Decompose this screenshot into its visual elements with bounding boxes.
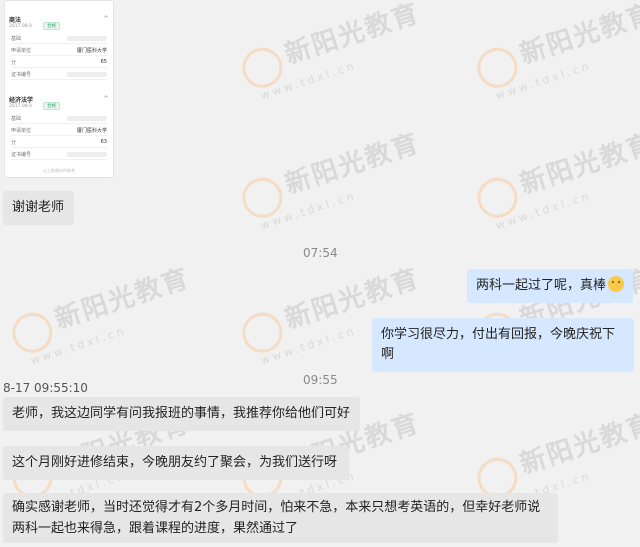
- watermark-logo-icon: [472, 42, 523, 93]
- redacted-bar: [67, 152, 107, 157]
- chevron-up-icon[interactable]: ^: [103, 15, 109, 23]
- watermark-logo-icon: [237, 42, 288, 93]
- chat-bubble-received[interactable]: 这个月刚好进修结束，今晚朋友约了聚会，为我们送行呀: [3, 446, 349, 480]
- message-date-stamp: 8-17 09:55:10: [3, 381, 88, 395]
- info-row: 分 65: [11, 59, 107, 68]
- subject-title: 商法: [9, 17, 22, 24]
- watermark-logo-icon: [237, 307, 288, 358]
- watermark: 新阳光教育www.tdxl.cn: [236, 0, 431, 105]
- exam-date: 2017.08.0: [9, 24, 32, 29]
- subject-title: 经济法学: [9, 97, 34, 104]
- exam-date: 2017.08.0: [9, 104, 32, 109]
- redacted-bar: [67, 72, 107, 77]
- watermark-logo-icon: [237, 172, 288, 223]
- info-row: 基础: [11, 35, 107, 44]
- info-row: 证书编号: [11, 71, 107, 80]
- thinking-emoji-icon: [608, 276, 625, 292]
- watermark-logo-icon: [7, 307, 58, 358]
- timestamp: 09:55: [303, 373, 338, 387]
- chat-bubble-sent[interactable]: 你学习很尽力，付出有回报，今晚庆祝下啊: [372, 318, 634, 372]
- watermark-logo-icon: [472, 172, 523, 223]
- card-footer: 以上结果仅供参考: [43, 168, 75, 173]
- info-row: 申请单位 厦门医科大学: [11, 128, 107, 136]
- watermark: 新阳光教育www.tdxl.cn: [471, 0, 640, 105]
- chat-bubble-received[interactable]: 确实感谢老师，当时还觉得才有2个多月时间，怕来不急，本来只想考英语的，但幸好老师…: [3, 493, 558, 543]
- watermark: 新阳光教育www.tdxl.cn: [236, 123, 431, 235]
- info-row: 分 63: [11, 139, 107, 148]
- pass-badge: 合格: [43, 102, 60, 110]
- pass-badge: 合格: [43, 22, 60, 30]
- redacted-bar: [67, 36, 107, 41]
- score-card-image[interactable]: 商法 2017.08.0 合格 ^ 基础 申请单位 厦门医科大学 分 65 证书编号…: [4, 0, 114, 178]
- redacted-bar: [67, 116, 107, 121]
- message-text: 两科一起过了呢，真棒: [476, 278, 607, 293]
- chat-bubble-received[interactable]: 老师，我这边同学有问我报班的事情，我推荐你给他们可好: [3, 397, 360, 431]
- info-row: 申请单位 厦门医科大学: [11, 48, 107, 56]
- chat-bubble-sent[interactable]: 两科一起过了呢，真棒: [467, 269, 633, 303]
- info-row: 基础: [11, 115, 107, 124]
- watermark: 新阳光教育www.tdxl.cn: [6, 258, 201, 370]
- info-row: 证书编号: [11, 151, 107, 160]
- chevron-up-icon[interactable]: ^: [103, 95, 109, 103]
- timestamp: 07:54: [303, 246, 338, 260]
- watermark: 新阳光教育www.tdxl.cn: [471, 123, 640, 235]
- chat-bubble-received[interactable]: 谢谢老师: [3, 191, 74, 225]
